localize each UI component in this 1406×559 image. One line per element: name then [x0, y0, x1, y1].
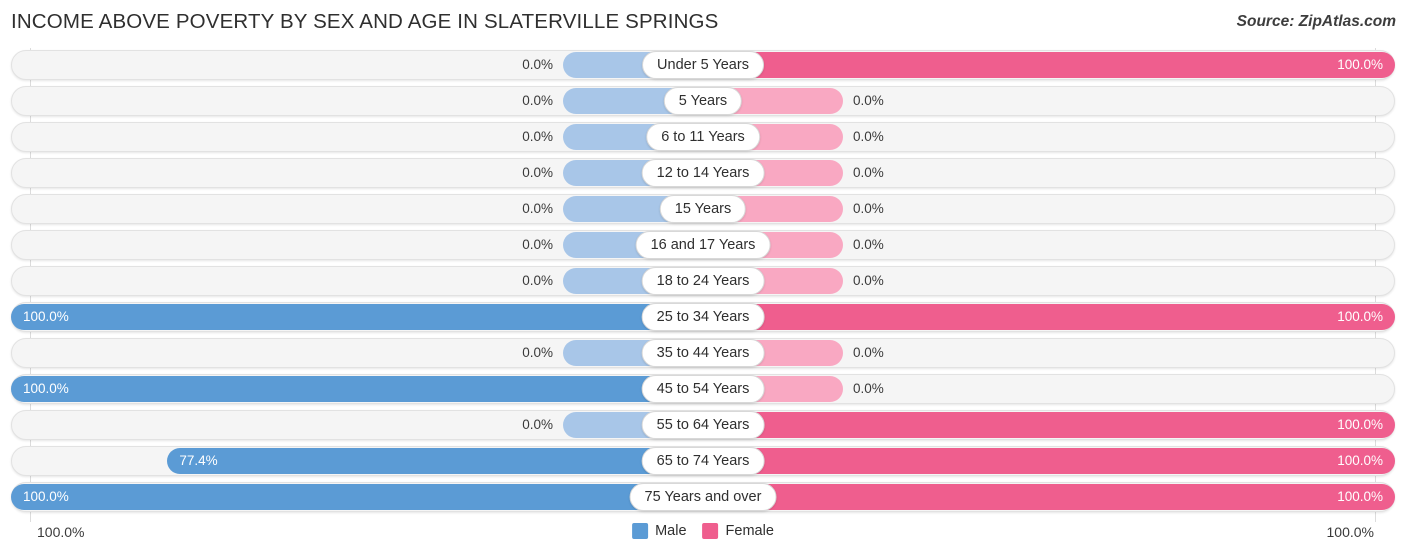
- chart-plot-area: 0.0% 100.0% Under 5 Years 0.0% 0.0% 5 Years 0.…: [0, 44, 1406, 522]
- category-label-pill: 16 and 17 Years: [635, 231, 771, 259]
- value-label-male: 0.0%: [522, 57, 553, 72]
- value-label-female: 0.0%: [853, 93, 884, 108]
- chart-footer: 100.0% Male Female 100.0%: [0, 516, 1406, 559]
- value-label-female: 0.0%: [853, 201, 884, 216]
- category-label-pill: 18 to 24 Years: [641, 267, 765, 295]
- table-row[interactable]: 0.0% 0.0% 18 to 24 Years: [11, 266, 1395, 296]
- bar-male[interactable]: [167, 448, 703, 474]
- category-label-pill: 12 to 14 Years: [641, 159, 765, 187]
- value-label-male: 100.0%: [23, 381, 69, 396]
- source-attribution: Source: ZipAtlas.com: [1236, 13, 1396, 30]
- value-label-male: 0.0%: [522, 129, 553, 144]
- value-label-female: 100.0%: [1337, 453, 1383, 468]
- axis-label-right: 100.0%: [1326, 524, 1374, 540]
- category-label-pill: 35 to 44 Years: [641, 339, 765, 367]
- category-label-pill: 45 to 54 Years: [641, 375, 765, 403]
- chart-legend: Male Female: [632, 523, 774, 539]
- table-row[interactable]: 0.0% 0.0% 15 Years: [11, 194, 1395, 224]
- value-label-female: 0.0%: [853, 345, 884, 360]
- bar-male[interactable]: [11, 304, 703, 330]
- category-label-pill: 75 Years and over: [629, 483, 777, 511]
- value-label-female: 0.0%: [853, 129, 884, 144]
- table-row[interactable]: 0.0% 0.0% 12 to 14 Years: [11, 158, 1395, 188]
- table-row[interactable]: 0.0% 0.0% 6 to 11 Years: [11, 122, 1395, 152]
- value-label-female: 0.0%: [853, 273, 884, 288]
- legend-item-male[interactable]: Male: [632, 523, 687, 539]
- table-row[interactable]: 0.0% 0.0% 16 and 17 Years: [11, 230, 1395, 260]
- page-title: INCOME ABOVE POVERTY BY SEX AND AGE IN S…: [11, 10, 719, 33]
- legend-swatch-male-icon: [632, 523, 649, 539]
- legend-label-male: Male: [655, 523, 687, 539]
- value-label-female: 0.0%: [853, 165, 884, 180]
- legend-label-female: Female: [725, 523, 774, 539]
- value-label-male: 0.0%: [522, 417, 553, 432]
- value-label-male: 0.0%: [522, 201, 553, 216]
- category-label-pill: 15 Years: [659, 195, 747, 223]
- value-label-male: 77.4%: [179, 453, 218, 468]
- table-row[interactable]: 100.0% 100.0% 25 to 34 Years: [11, 302, 1395, 332]
- category-label-pill: 5 Years: [663, 87, 743, 115]
- table-row[interactable]: 0.0% 100.0% Under 5 Years: [11, 50, 1395, 80]
- bar-female[interactable]: [703, 448, 1395, 474]
- value-label-male: 0.0%: [522, 165, 553, 180]
- table-row[interactable]: 0.0% 0.0% 35 to 44 Years: [11, 338, 1395, 368]
- value-label-male: 100.0%: [23, 489, 69, 504]
- category-label-pill: Under 5 Years: [642, 51, 764, 79]
- category-label-pill: 6 to 11 Years: [646, 123, 760, 151]
- value-label-male: 0.0%: [522, 273, 553, 288]
- category-label-pill: 65 to 74 Years: [641, 447, 765, 475]
- bar-female[interactable]: [703, 304, 1395, 330]
- bar-female[interactable]: [703, 412, 1395, 438]
- category-label-pill: 25 to 34 Years: [641, 303, 765, 331]
- value-label-female: 0.0%: [853, 381, 884, 396]
- table-row[interactable]: 0.0% 100.0% 55 to 64 Years: [11, 410, 1395, 440]
- value-label-male: 0.0%: [522, 93, 553, 108]
- value-label-male: 0.0%: [522, 345, 553, 360]
- value-label-female: 100.0%: [1337, 57, 1383, 72]
- value-label-male: 0.0%: [522, 237, 553, 252]
- chart-header: INCOME ABOVE POVERTY BY SEX AND AGE IN S…: [0, 0, 1406, 44]
- value-label-male: 100.0%: [23, 309, 69, 324]
- axis-label-left: 100.0%: [37, 524, 85, 540]
- bar-male[interactable]: [11, 484, 703, 510]
- value-label-female: 0.0%: [853, 237, 884, 252]
- category-label-pill: 55 to 64 Years: [641, 411, 765, 439]
- value-label-female: 100.0%: [1337, 489, 1383, 504]
- table-row[interactable]: 77.4% 100.0% 65 to 74 Years: [11, 446, 1395, 476]
- bar-female[interactable]: [703, 52, 1395, 78]
- bar-female[interactable]: [703, 484, 1395, 510]
- legend-swatch-female-icon: [702, 523, 719, 539]
- bar-male[interactable]: [11, 376, 703, 402]
- value-label-female: 100.0%: [1337, 309, 1383, 324]
- table-row[interactable]: 100.0% 100.0% 75 Years and over: [11, 482, 1395, 512]
- value-label-female: 100.0%: [1337, 417, 1383, 432]
- table-row[interactable]: 100.0% 0.0% 45 to 54 Years: [11, 374, 1395, 404]
- legend-item-female[interactable]: Female: [702, 523, 774, 539]
- table-row[interactable]: 0.0% 0.0% 5 Years: [11, 86, 1395, 116]
